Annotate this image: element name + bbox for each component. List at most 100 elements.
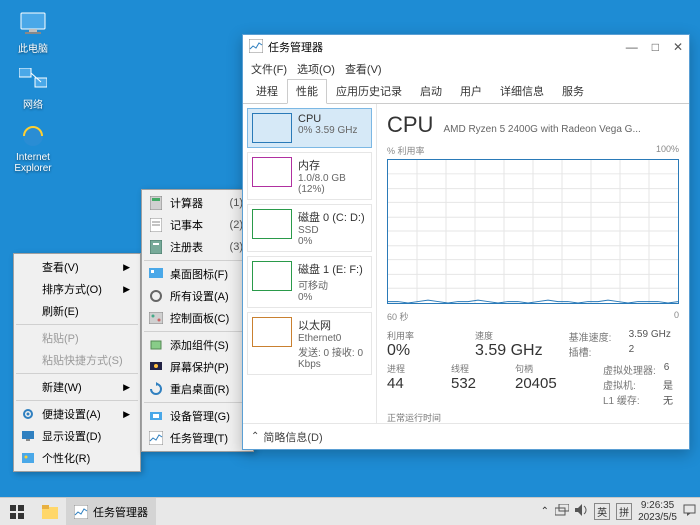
desktop-icon-ie[interactable]: Internet Explorer: [8, 122, 58, 174]
menu-item[interactable]: 控制面板(C): [144, 307, 251, 329]
menu-item[interactable]: 刷新(E): [16, 300, 138, 322]
personalize-icon: [20, 450, 36, 466]
notepad-icon: [148, 217, 164, 233]
restart-icon: [148, 381, 164, 397]
taskbar: 任务管理器 ⌃ 英 拼 9:26:35 2023/5/5: [0, 497, 700, 525]
tab-服务[interactable]: 服务: [553, 79, 593, 103]
menu-item[interactable]: 重启桌面(R): [144, 378, 251, 400]
menu-item[interactable]: 所有设置(A): [144, 285, 251, 307]
stat-value-handles: 20405: [515, 375, 577, 392]
menu-item[interactable]: 桌面图标(F): [144, 263, 251, 285]
cpu-model: AMD Ryzen 5 2400G with Radeon Vega G...: [443, 124, 640, 135]
tab-进程[interactable]: 进程: [247, 79, 287, 103]
tray-network-icon[interactable]: [555, 504, 569, 519]
tray-chevron-icon[interactable]: ⌃: [541, 506, 549, 517]
minimize-button[interactable]: ―: [626, 40, 638, 54]
gear-icon: [20, 406, 36, 422]
side-thumbnail: [252, 261, 292, 291]
footer-label: 简略信息(D): [263, 429, 322, 445]
chevron-right-icon: ▶: [109, 409, 130, 420]
menu-item[interactable]: 计算器(1): [144, 192, 251, 214]
side-item[interactable]: CPU0% 3.59 GHz: [247, 108, 372, 148]
pc-icon: [19, 10, 47, 38]
tray-volume-icon[interactable]: [575, 504, 588, 519]
side-item[interactable]: 磁盘 0 (C: D:)SSD0%: [247, 204, 372, 252]
tray-notifications-icon[interactable]: [683, 504, 696, 520]
regedit-icon: [148, 239, 164, 255]
side-thumbnail: [252, 317, 292, 347]
desktop-icon-label: 网络: [23, 96, 43, 111]
desktop-icon-this-pc[interactable]: 此电脑: [8, 10, 58, 55]
system-tray: ⌃ 英 拼 9:26:35 2023/5/5: [541, 500, 700, 523]
menu-文件(F)[interactable]: 文件(F): [251, 61, 287, 77]
stat-value-speed: 3.59 GHz: [475, 342, 543, 360]
side-item[interactable]: 内存1.0/8.0 GB (12%): [247, 152, 372, 200]
collapse-icon: ⌃: [251, 431, 259, 442]
tab-启动[interactable]: 启动: [411, 79, 451, 103]
menu-item[interactable]: 记事本(2): [144, 214, 251, 236]
uptime-label: 正常运行时间: [387, 411, 679, 423]
tab-性能[interactable]: 性能: [287, 79, 327, 104]
metric-title: CPU: [387, 112, 433, 138]
chart-axis-right: 0: [674, 310, 679, 323]
window-title: 任务管理器: [268, 39, 323, 55]
chart-axis-left: 60 秒: [387, 310, 409, 323]
menu-item: 粘贴(P): [16, 327, 138, 349]
close-button[interactable]: ✕: [673, 40, 683, 54]
ime-mode[interactable]: 拼: [616, 503, 632, 520]
settings-icon: [148, 288, 164, 304]
stat-label: 利用率: [387, 329, 449, 342]
tab-详细信息[interactable]: 详细信息: [491, 79, 553, 103]
stat-label: 速度: [475, 329, 543, 342]
side-item[interactable]: 以太网Ethernet0发送: 0 接收: 0 Kbps: [247, 312, 372, 375]
network-icon: [19, 66, 47, 94]
menu-item: 粘贴快捷方式(S): [16, 349, 138, 371]
stat-label: 线程: [451, 362, 489, 375]
menu-选项(O)[interactable]: 选项(O): [297, 61, 335, 77]
start-button[interactable]: [0, 498, 34, 525]
context-submenu-shortcuts: 计算器(1)记事本(2)注册表(3) 桌面图标(F)所有设置(A)控制面板(C) 添…: [141, 189, 254, 452]
cpu-chart: [387, 159, 679, 304]
menu-item[interactable]: 便捷设置(A)▶: [16, 403, 138, 425]
taskmgr-icon: [249, 39, 263, 56]
screensaver-icon: [148, 359, 164, 375]
taskbar-explorer[interactable]: [34, 498, 66, 525]
menu-查看(V)[interactable]: 查看(V): [345, 61, 382, 77]
chevron-right-icon: ▶: [109, 382, 130, 393]
menu-item[interactable]: 屏幕保护(P): [144, 356, 251, 378]
stat-label: 句柄: [515, 362, 577, 375]
ie-icon: [19, 122, 47, 150]
menu-item[interactable]: 排序方式(O)▶: [16, 278, 138, 300]
chevron-right-icon: ▶: [109, 262, 130, 273]
task-manager-window: 任务管理器 ― □ ✕ 文件(F)选项(O)查看(V) 进程性能应用历史记录启动…: [242, 34, 690, 450]
tray-clock[interactable]: 9:26:35 2023/5/5: [638, 500, 677, 523]
menu-item[interactable]: 显示设置(D): [16, 425, 138, 447]
stat-label: 进程: [387, 362, 425, 375]
maximize-button[interactable]: □: [652, 40, 659, 54]
menu-item[interactable]: 新建(W)▶: [16, 376, 138, 398]
desktop-context-menu: 查看(V)▶排序方式(O)▶刷新(E) 粘贴(P)粘贴快捷方式(S) 新建(W)▶ 便…: [13, 253, 141, 472]
stat-value-util: 0%: [387, 342, 449, 360]
tab-用户[interactable]: 用户: [451, 79, 491, 103]
side-item[interactable]: 磁盘 1 (E: F:)可移动0%: [247, 256, 372, 308]
desktop-icon-network[interactable]: 网络: [8, 66, 58, 111]
calculator-icon: [148, 195, 164, 211]
tab-应用历史记录[interactable]: 应用历史记录: [327, 79, 411, 103]
control-panel-icon: [148, 310, 164, 326]
ime-lang[interactable]: 英: [594, 503, 610, 520]
tab-bar: 进程性能应用历史记录启动用户详细信息服务: [243, 79, 689, 104]
taskbar-app-label: 任务管理器: [93, 504, 148, 520]
task-manager-footer[interactable]: ⌃ 简略信息(D): [243, 423, 689, 449]
device-icon: [148, 408, 164, 424]
titlebar[interactable]: 任务管理器 ― □ ✕: [243, 35, 689, 59]
menubar: 文件(F) 选项(O) 查看(V): [243, 59, 689, 79]
menu-item[interactable]: 查看(V)▶: [16, 256, 138, 278]
menu-item[interactable]: 添加组件(S): [144, 334, 251, 356]
component-icon: [148, 337, 164, 353]
menu-item[interactable]: 设备管理(G): [144, 405, 251, 427]
taskbar-taskmgr[interactable]: 任务管理器: [66, 498, 156, 525]
menu-item[interactable]: 注册表(3): [144, 236, 251, 258]
menu-item[interactable]: 个性化(R): [16, 447, 138, 469]
side-thumbnail: [252, 157, 292, 187]
menu-item[interactable]: 任务管理(T): [144, 427, 251, 449]
